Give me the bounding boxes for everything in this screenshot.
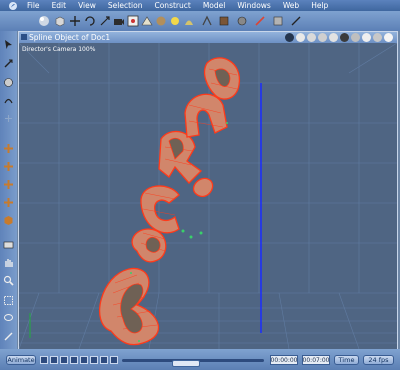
end-time-field[interactable]: 00:07:00 xyxy=(302,355,330,365)
app-logo-icon[interactable] xyxy=(7,1,19,11)
render-settings-icon[interactable] xyxy=(167,13,182,28)
timeline-thumb[interactable] xyxy=(172,360,200,367)
pen-icon[interactable] xyxy=(1,329,16,344)
camera-view-icon[interactable] xyxy=(329,33,338,42)
wand-icon[interactable] xyxy=(234,13,249,28)
menu-view[interactable]: View xyxy=(72,1,102,10)
snap-icon[interactable] xyxy=(285,33,294,42)
fps-select[interactable]: 24 fps xyxy=(363,355,394,365)
menu-construct[interactable]: Construct xyxy=(148,1,196,10)
zoom-icon[interactable] xyxy=(1,273,16,288)
timeline-bar: Animate 00:00:00 00:07:00 Time 24 fps xyxy=(0,349,400,370)
light-preview-icon[interactable] xyxy=(373,33,382,42)
cross-move-icon[interactable] xyxy=(1,159,16,174)
render-preview-icon[interactable] xyxy=(362,33,371,42)
hand-pan-icon[interactable] xyxy=(1,255,16,270)
plus-move-icon[interactable] xyxy=(1,141,16,156)
animate-button[interactable]: Animate xyxy=(6,355,36,365)
lasso-icon[interactable] xyxy=(1,311,16,326)
viewport-window[interactable]: Spline Object of Doc1 Director's Camera … xyxy=(18,31,398,350)
menu-windows[interactable]: Windows xyxy=(231,1,276,10)
move-icon[interactable] xyxy=(67,13,82,28)
3d-scene[interactable]: Director's Camera 100% xyxy=(19,43,397,349)
step-back-button[interactable] xyxy=(50,356,58,364)
wire-icon[interactable] xyxy=(307,33,316,42)
paint-icon[interactable] xyxy=(199,13,214,28)
shading-mode-icon[interactable] xyxy=(296,33,305,42)
camera-icon[interactable] xyxy=(111,13,126,28)
play-button[interactable] xyxy=(60,356,68,364)
drape-tool-icon[interactable] xyxy=(288,13,303,28)
stop-icon[interactable] xyxy=(270,13,285,28)
cube-icon[interactable] xyxy=(52,13,67,28)
close-icon[interactable] xyxy=(21,34,27,40)
twist-icon[interactable] xyxy=(1,111,16,126)
menu-help[interactable]: Help xyxy=(305,1,334,10)
menu-selection[interactable]: Selection xyxy=(102,1,149,10)
brush-icon[interactable] xyxy=(216,13,231,28)
menu-file[interactable]: File xyxy=(21,1,46,10)
drape-icon[interactable] xyxy=(181,13,196,28)
camera-label: Director's Camera 100% xyxy=(22,46,96,53)
viewport-titlebar: Spline Object of Doc1 xyxy=(19,32,397,43)
step-forward-button[interactable] xyxy=(90,356,98,364)
menu-edit[interactable]: Edit xyxy=(46,1,73,10)
shading-icon[interactable] xyxy=(1,213,16,228)
points-icon[interactable] xyxy=(318,33,327,42)
scale-icon[interactable] xyxy=(97,13,112,28)
render-icon[interactable] xyxy=(125,13,140,28)
spline-object[interactable] xyxy=(98,57,241,346)
ground-icon[interactable] xyxy=(340,33,349,42)
camera-tool-icon[interactable] xyxy=(1,237,16,252)
rotate-icon[interactable] xyxy=(82,13,97,28)
deform-icon[interactable] xyxy=(252,13,267,28)
current-time-field[interactable]: 00:00:00 xyxy=(270,355,298,365)
viewport-title: Spline Object of Doc1 xyxy=(29,33,111,42)
material-icon[interactable] xyxy=(153,13,168,28)
pause-button[interactable] xyxy=(70,356,78,364)
sphere-icon[interactable] xyxy=(36,13,51,28)
select-arrow-icon[interactable] xyxy=(1,37,16,52)
menu-bar: File Edit View Selection Construct Model… xyxy=(0,0,400,11)
timeline-slider[interactable] xyxy=(122,359,264,367)
fast-forward-button[interactable] xyxy=(100,356,108,364)
top-toolbar xyxy=(0,11,400,31)
menu-web[interactable]: Web xyxy=(277,1,305,10)
time-mode-select[interactable]: Time xyxy=(334,355,359,365)
scale-object-icon[interactable] xyxy=(1,93,16,108)
loop-button[interactable] xyxy=(110,356,118,364)
rewind-button[interactable] xyxy=(40,356,48,364)
render-view-icon[interactable] xyxy=(384,33,393,42)
stop-button[interactable] xyxy=(80,356,88,364)
move-object-icon[interactable] xyxy=(1,56,16,71)
rectangle-select-icon[interactable] xyxy=(1,293,16,308)
vertex-icon[interactable] xyxy=(1,177,16,192)
left-toolbar xyxy=(0,31,17,349)
rotate-object-icon[interactable] xyxy=(1,75,16,90)
light-icon[interactable] xyxy=(139,13,154,28)
box-icon[interactable] xyxy=(351,33,360,42)
faces-icon[interactable] xyxy=(1,195,16,210)
menu-model[interactable]: Model xyxy=(197,1,232,10)
scene-canvas[interactable] xyxy=(19,43,397,349)
